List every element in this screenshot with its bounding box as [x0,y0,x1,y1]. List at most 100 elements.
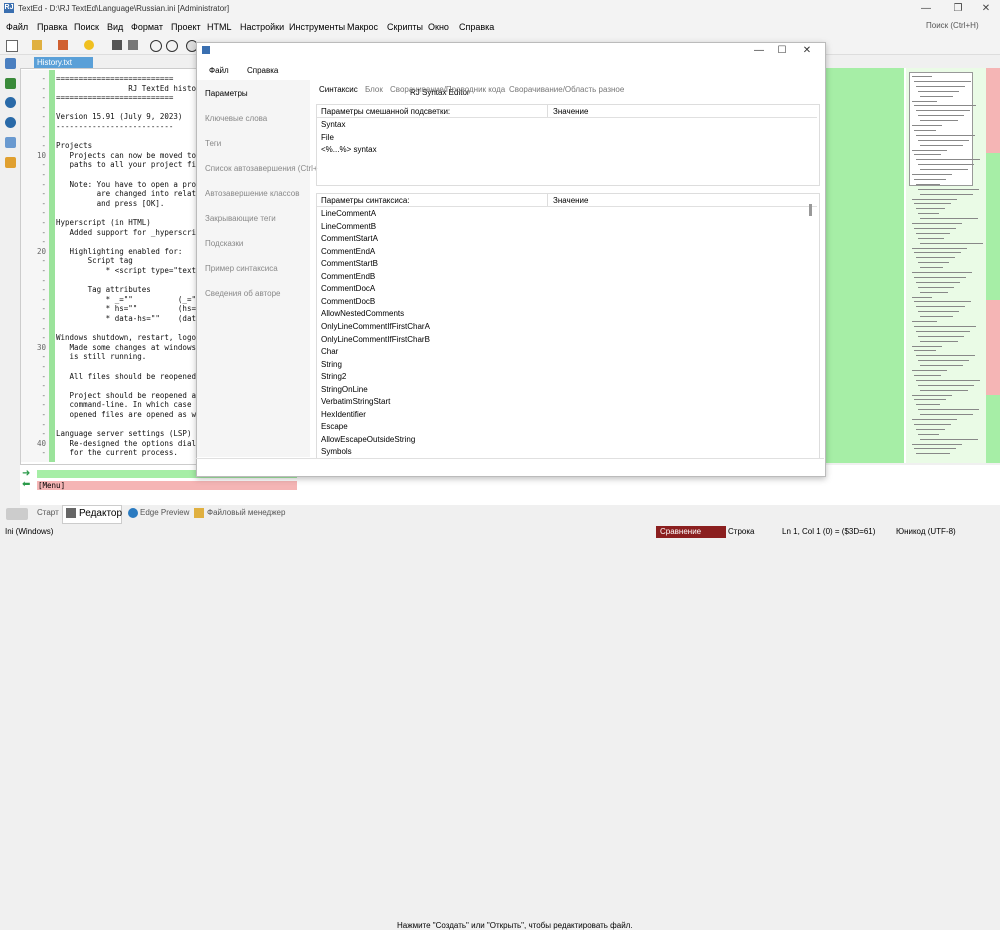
syntax-param-row[interactable]: Escape [321,422,348,431]
close-icon[interactable]: ✕ [972,2,1000,16]
syntax-col-value[interactable]: Значение [553,196,588,205]
nav-class-autocomplete[interactable]: Автозавершение классов [205,189,299,198]
code-line[interactable]: ========================== [56,93,173,102]
arrow-right-icon[interactable]: ➜ [22,469,32,479]
menu-scripts[interactable]: Скрипты [387,22,423,32]
clipboard-icon[interactable] [5,157,16,168]
code-line[interactable]: Script tag [56,256,133,265]
file-tree-icon[interactable] [5,58,16,69]
syntax-param-row[interactable]: OnlyLineCommentIfFirstCharB [321,335,430,344]
code-line[interactable]: Hyperscript (in HTML) [56,218,151,227]
code-line[interactable]: * <script type="text [56,266,196,275]
code-line[interactable]: Project should be reopened a [56,391,196,400]
code-line[interactable]: RJ TextEd history [56,84,205,93]
menu-tools[interactable]: Инструменты [289,22,345,32]
documents-icon[interactable] [5,137,16,148]
menu-file[interactable]: Файл [6,22,28,32]
dialog-close-icon[interactable]: ✕ [796,44,818,58]
search-input[interactable]: Поиск (Ctrl+H) [926,21,998,35]
mixed-col-parameters[interactable]: Параметры смешанной подсветки: [321,107,450,116]
code-line[interactable]: -------------------------- [56,122,173,131]
code-line[interactable]: and press [OK]. [56,199,165,208]
menu-help[interactable]: Справка [459,22,494,32]
syntax-param-row[interactable]: CommentDocB [321,297,375,306]
code-line[interactable]: Highlighting enabled for: [56,247,183,256]
syntax-param-row[interactable]: Char [321,347,338,356]
tab-block[interactable]: Блок [365,85,383,94]
code-line[interactable]: are changed into relat [56,189,196,198]
undo-icon[interactable] [150,40,162,52]
code-line[interactable]: is still running. [56,352,147,361]
status-encoding[interactable]: Юникод (UTF-8) [896,527,956,536]
syntax-param-row[interactable]: OnlyLineCommentIfFirstCharA [321,322,430,331]
code-line[interactable]: Version 15.91 (July 9, 2023) [56,112,182,121]
menu-window[interactable]: Окно [428,22,449,32]
nav-autocomplete-list[interactable]: Список автозавершения (Ctrl+ [205,164,318,173]
syntax-param-row[interactable]: StringOnLine [321,385,368,394]
tab-editor[interactable]: Редактор [79,508,122,519]
nav-author-info[interactable]: Сведения об авторе [205,289,280,298]
menu-search[interactable]: Поиск [74,22,99,32]
dialog-minimize-icon[interactable]: — [748,44,770,58]
menu-macro[interactable]: Макрос [347,22,378,32]
code-line[interactable]: Tag attributes [56,285,151,294]
syntax-param-row[interactable]: VerbatimStringStart [321,397,390,406]
code-line[interactable]: Made some changes at windows [56,343,196,352]
favorites-icon[interactable] [84,40,94,50]
code-line[interactable]: Projects can now be moved to [56,151,196,160]
menu-view[interactable]: Вид [107,22,123,32]
nav-closing-tags[interactable]: Закрывающие теги [205,214,276,223]
mixed-param-row[interactable]: File [321,133,334,142]
status-mode[interactable]: Строка [728,527,754,536]
open-folder-icon[interactable] [32,40,42,50]
menu-html[interactable]: HTML [207,22,232,32]
code-line[interactable]: Language server settings (LSP) [56,429,191,438]
syntax-col-parameters[interactable]: Параметры синтаксиса: [321,196,410,205]
code-line[interactable]: paths to all your project fi [56,160,196,169]
syntax-param-row[interactable]: AllowEscapeOutsideString [321,435,415,444]
code-line[interactable]: ========================== [56,74,173,83]
web-icon[interactable] [5,117,16,128]
menu-edit[interactable]: Правка [37,22,67,32]
syntax-param-row[interactable]: CommentEndA [321,247,375,256]
open-recent-icon[interactable] [58,40,68,50]
syntax-param-row[interactable]: CommentDocA [321,284,375,293]
syntax-param-row[interactable]: String [321,360,342,369]
syntax-param-row[interactable]: Symbols [321,447,352,456]
syntax-param-row[interactable]: CommentEndB [321,272,375,281]
globe-icon[interactable] [5,97,16,108]
save-all-icon[interactable] [128,40,138,50]
syntax-param-row[interactable]: LineCommentB [321,222,376,231]
code-line[interactable]: Windows shutdown, restart, logof [56,333,201,342]
tab-folding-code-explorer[interactable]: Сворачивание/Проводник кода [390,85,505,94]
nav-parameters[interactable]: Параметры [205,89,248,98]
code-line[interactable]: Note: You have to open a pro [56,180,196,189]
syntax-param-row[interactable]: AllowNestedComments [321,309,404,318]
dialog-menu-file[interactable]: Файл [209,66,229,75]
dialog-menu-help[interactable]: Справка [247,66,278,75]
syntax-param-row[interactable]: LineCommentA [321,209,376,218]
dialog-maximize-icon[interactable]: ☐ [771,44,793,58]
nav-syntax-sample[interactable]: Пример синтаксиса [205,264,278,273]
table-scrollbar[interactable] [809,204,812,216]
syntax-param-row[interactable]: CommentStartB [321,259,378,268]
status-syntax[interactable]: Ini (Windows) [5,527,53,536]
tab-folding-misc[interactable]: Сворачивание/Область разное [509,85,624,94]
nav-hints[interactable]: Подсказки [205,239,243,248]
tab-file-manager[interactable]: Файловый менеджер [207,508,285,517]
tab-edge-preview[interactable]: Edge Preview [140,508,189,517]
syntax-param-row[interactable]: String2 [321,372,346,381]
code-explorer-icon[interactable] [5,78,16,89]
nav-tags[interactable]: Теги [205,139,221,148]
code-line[interactable]: Projects [56,141,92,150]
status-compare[interactable]: Сравнение [656,526,726,538]
new-file-icon[interactable] [6,40,18,52]
code-line[interactable]: Re-designed the options dial [56,439,196,448]
code-line[interactable]: opened files are opened as w [56,410,196,419]
tab-start[interactable]: Старт [37,508,59,517]
code-line[interactable]: All files should be reopened [56,372,196,381]
menu-project[interactable]: Проект [171,22,201,32]
tab-syntax[interactable]: Синтаксис [319,85,358,94]
code-line[interactable]: * _="" (_=" [56,295,196,304]
nav-keywords[interactable]: Ключевые слова [205,114,267,123]
